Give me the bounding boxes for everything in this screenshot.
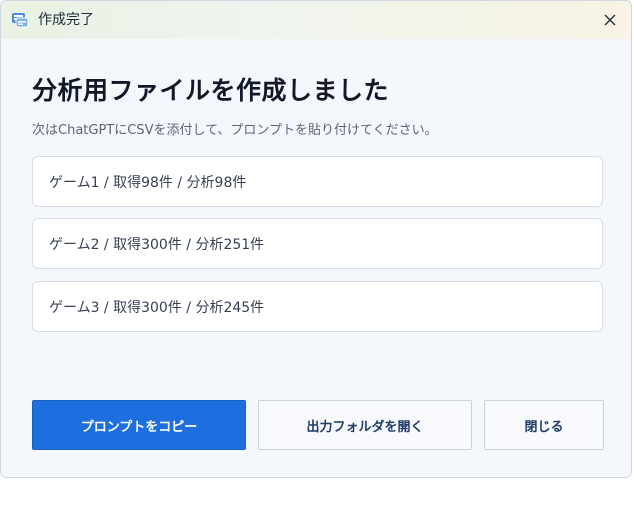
close-button[interactable]: 閉じる xyxy=(484,400,604,450)
page-title: 分析用ファイルを作成しました xyxy=(32,76,390,105)
result-card-game2: ゲーム2 / 取得300件 / 分析251件 xyxy=(32,218,603,269)
result-label: ゲーム1 / 取得98件 / 分析98件 xyxy=(49,174,247,191)
open-output-folder-button[interactable]: 出力フォルダを開く xyxy=(258,400,472,450)
result-card-game3: ゲーム3 / 取得300件 / 分析245件 xyxy=(32,281,603,332)
close-icon xyxy=(604,14,616,26)
message-window-icon xyxy=(12,13,29,28)
result-label: ゲーム3 / 取得300件 / 分析245件 xyxy=(49,299,265,316)
completion-dialog: 作成完了 分析用ファイルを作成しました 次はChatGPTにCSVを添付して、プ… xyxy=(0,0,632,478)
result-label: ゲーム2 / 取得300件 / 分析251件 xyxy=(49,236,265,253)
title-bar[interactable]: 作成完了 xyxy=(1,1,631,39)
result-card-game1: ゲーム1 / 取得98件 / 分析98件 xyxy=(32,156,603,207)
copy-prompt-button[interactable]: プロンプトをコピー xyxy=(32,400,246,450)
instruction-text: 次はChatGPTにCSVを添付して、プロンプトを貼り付けてください。 xyxy=(32,123,438,138)
window-title: 作成完了 xyxy=(38,12,94,28)
window-close-button[interactable] xyxy=(597,7,623,33)
